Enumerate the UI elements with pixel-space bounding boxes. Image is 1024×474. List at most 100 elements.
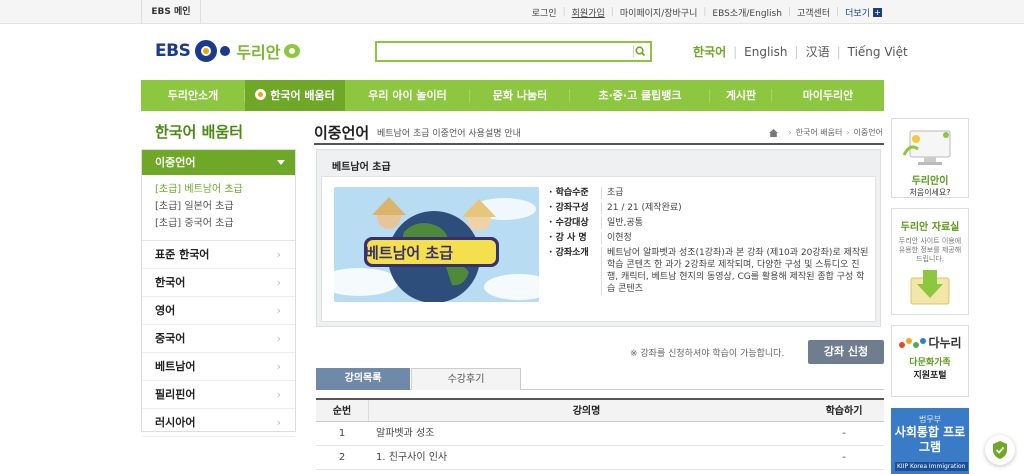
info-composition: 강좌구성21 / 21 (제작완료) [549, 202, 869, 214]
customer-center-link[interactable]: 고객센터 [797, 6, 830, 19]
apply-course-button[interactable]: 강좌 신청 [808, 340, 884, 364]
chevron-right-icon: › [276, 416, 281, 429]
lang-chinese[interactable]: 汉语 [806, 43, 830, 60]
info-level: 학습수준초급 [549, 187, 869, 199]
header-study: 학습하기 [825, 406, 863, 417]
course-info-list: 학습수준초급 강좌구성21 / 21 (제작완료) 수강대상일반,공통 강 사 … [549, 187, 869, 298]
sidebar-item-korean[interactable]: 한국어 › [142, 269, 295, 297]
search-icon[interactable] [633, 45, 646, 58]
table-row: 1 알파벳과 성조 - [316, 422, 884, 446]
leaf-icon [255, 89, 267, 100]
banner-danuri[interactable]: 다누리 다문화가족 지원포털 [891, 325, 969, 397]
banner-kiip-ministry: 법무부 [918, 415, 942, 424]
tab-lecture-list[interactable]: 강의목록 [316, 368, 410, 390]
nav-item-about[interactable]: 두리안소개 [141, 80, 245, 111]
banner-first-visit[interactable]: 두리안이 처음이세요? [891, 118, 969, 198]
site-logo[interactable]: EBS 두리안 [155, 38, 300, 64]
breadcrumb: › 한국어 배움터 › 이중언어 [769, 127, 883, 138]
header-lecture-name: 강의명 [368, 400, 804, 421]
sidebar-item-standard-korean[interactable]: 표준 한국어 › [142, 241, 295, 269]
lecture-table: 순번 강의명 학습하기 1 알파벳과 성조 - 2 1. 친구사이 인사 - [316, 398, 884, 470]
chevron-right-icon: › [276, 388, 281, 401]
sidebar-submenu: [초급] 베트남어 초급 [초급] 일본어 초급 [초급] 중국어 초급 [142, 175, 295, 241]
more-link[interactable]: 더보기 [845, 6, 870, 19]
row-number: 1 [338, 428, 346, 439]
sub-item-chinese-beginner[interactable]: [초급] 중국어 초급 [155, 215, 295, 232]
sidebar-item-vietnamese[interactable]: 베트남어 › [142, 353, 295, 381]
banner-resources-title: 두리안 자료실 [900, 222, 960, 233]
home-icon[interactable] [769, 128, 779, 137]
course-detail: 베트남어 초급 학습수준초급 강좌구성21 / 21 (제작완료) 수강대상일반… [321, 176, 876, 322]
breadcrumb-bilingual[interactable]: 이중언어 [854, 127, 883, 138]
banner-first-title: 두리안이 [911, 176, 949, 187]
banner-first-subtitle: 처음이세요? [909, 188, 951, 197]
top-utility-bar: EBS 메인 로그인 | 회원가입 | 마이페이지/장바구니 | EBS소개/E… [0, 0, 1024, 24]
banner-kiip-label: KIIP Korea Immigration [895, 462, 968, 471]
course-info-box: 베트남어 초급 베트남어 초급 학습수준초급 강좌구성21 / [316, 149, 881, 327]
sidebar-item-english[interactable]: 영어 › [142, 297, 295, 325]
row-lecture-name[interactable]: 알파벳과 성조 [368, 422, 804, 445]
sidebar-item-filipino[interactable]: 필리핀어 › [142, 381, 295, 409]
table-header: 순번 강의명 학습하기 [316, 398, 884, 422]
chevron-right-icon: › [276, 304, 281, 317]
ebs-main-link[interactable]: EBS 메인 [141, 0, 201, 24]
login-link[interactable]: 로그인 [532, 6, 557, 19]
ebs-ring-icon [195, 40, 218, 62]
sidebar-title: 한국어 배움터 [155, 123, 244, 141]
chevron-down-icon [277, 160, 285, 165]
ebs-dot-icon [220, 46, 231, 56]
danuri-logo-icon [899, 337, 927, 348]
lang-english[interactable]: English [744, 45, 787, 59]
mypage-link[interactable]: 마이페이지/장바구니 [620, 6, 698, 19]
brand-name: 두리안 [236, 43, 281, 62]
tab-reviews[interactable]: 수강후기 [411, 368, 521, 390]
speech-bubble-icon [283, 44, 300, 58]
nav-item-culture[interactable]: 문화 나눔터 [470, 80, 570, 111]
sidebar-item-russian[interactable]: 러시아어 › [142, 409, 295, 437]
banner-resources-desc: 두리안 사이트 이용에 유용한 정보를 제공해 드립니다. [898, 237, 962, 263]
chevron-right-icon: › [276, 360, 281, 373]
about-link[interactable]: EBS소개/English [712, 6, 782, 19]
info-target: 수강대상일반,공통 [549, 217, 869, 229]
sub-item-vietnamese-beginner[interactable]: [초급] 베트남어 초급 [155, 181, 295, 198]
row-study: - [842, 428, 846, 439]
chevron-right-icon: › [276, 248, 281, 261]
table-row: 2 1. 친구사이 인사 - [316, 446, 884, 470]
banner-resources[interactable]: 두리안 자료실 두리안 사이트 이용에 유용한 정보를 제공해 드립니다. [891, 208, 969, 315]
signup-link[interactable]: 회원가입 [572, 6, 605, 19]
security-shield-button[interactable] [985, 435, 1015, 465]
lang-korean[interactable]: 한국어 [693, 43, 726, 60]
search-input[interactable] [377, 43, 627, 60]
banner-danuri-title: 다문화가족 [909, 358, 951, 368]
nav-item-clipbank[interactable]: 초·중·고 클립뱅크 [570, 80, 710, 111]
breadcrumb-korean-learning[interactable]: 한국어 배움터 [796, 127, 843, 138]
header-number: 순번 [332, 406, 352, 417]
title-divider [314, 143, 884, 145]
page-title: 이중언어 [314, 124, 370, 142]
monitor-icon [902, 130, 951, 165]
course-thumbnail[interactable]: 베트남어 초급 [334, 187, 539, 302]
lang-vietnamese[interactable]: Tiếng Việt [848, 45, 908, 59]
apply-notice: ※ 강좌를 신청하셔야 학습이 가능합니다. [630, 349, 785, 359]
nav-item-kids-playground[interactable]: 우리 아이 놀이터 [345, 80, 470, 111]
nav-item-board[interactable]: 게시판 [710, 80, 772, 111]
main-navigation: 두리안소개 한국어 배움터 우리 아이 놀이터 문화 나눔터 초·중·고 클립뱅… [141, 80, 884, 111]
course-tabs: 강의목록 수강후기 [316, 368, 884, 390]
row-lecture-name[interactable]: 1. 친구사이 인사 [368, 446, 804, 469]
ebs-logo-text: EBS [155, 41, 191, 61]
nav-item-korean-learning[interactable]: 한국어 배움터 [245, 80, 345, 111]
danuri-logo-text: 다누리 [928, 336, 962, 350]
sub-item-japanese-beginner[interactable]: [초급] 일본어 초급 [155, 198, 295, 215]
banner-social-integration[interactable]: 법무부 사회통합 프로그램 KIIP Korea Immigration [891, 408, 969, 474]
row-number: 2 [338, 452, 346, 463]
language-selector: 한국어 | English | 汉语 | Tiếng Việt [693, 43, 908, 60]
sidebar-menu: 이중언어 [초급] 베트남어 초급 [초급] 일본어 초급 [초급] 중국어 초… [141, 149, 296, 437]
sidebar-item-bilingual[interactable]: 이중언어 [142, 150, 295, 175]
sidebar-item-chinese[interactable]: 중국어 › [142, 325, 295, 353]
thumbnail-title: 베트남어 초급 [365, 244, 453, 262]
banner-danuri-subtitle: 지원포털 [913, 371, 947, 381]
nav-item-mypage[interactable]: 마이두리안 [772, 80, 884, 111]
page-description: 베트남어 초급 이중언어 사용설명 안내 [377, 129, 521, 139]
plus-icon[interactable]: + [873, 7, 882, 17]
utility-links: 로그인 | 회원가입 | 마이페이지/장바구니 | EBS소개/English … [531, 6, 882, 19]
